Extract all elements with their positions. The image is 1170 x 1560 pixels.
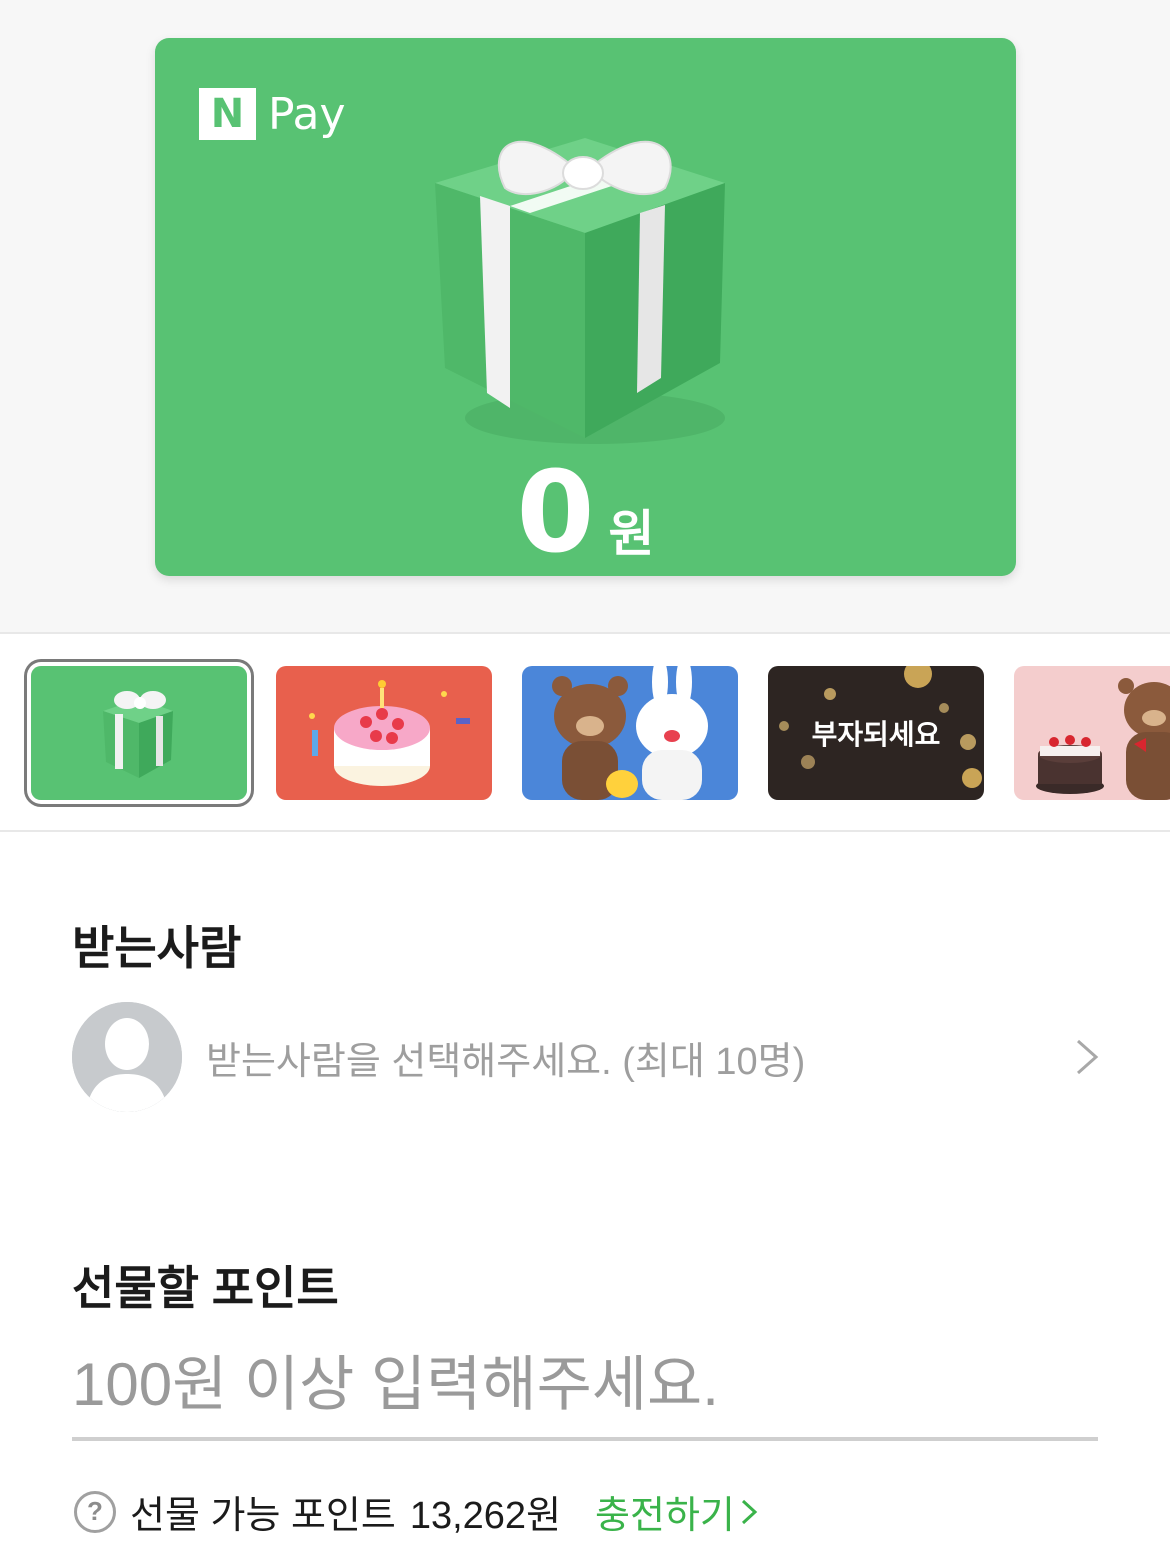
avatar	[72, 1002, 182, 1112]
available-points-label: 선물 가능 포인트	[130, 1495, 396, 1537]
gift-card: N Pay 0 원	[155, 38, 1016, 576]
available-points-row: ? 선물 가능 포인트 13,262원 충전하기	[74, 1484, 759, 1539]
help-icon[interactable]: ?	[74, 1490, 116, 1533]
get-rich-label: 부자되세요	[811, 718, 941, 751]
npay-logo-mark: N	[199, 88, 256, 140]
theme-get-rich[interactable]: 부자되세요	[768, 666, 984, 800]
chevron-right-icon	[1077, 1039, 1099, 1075]
recipient-selector[interactable]: 받는사람을 선택해주세요. (최대 10명)	[72, 1002, 1102, 1112]
available-points-value: 13,262원	[409, 1495, 562, 1537]
gift-box-image	[435, 138, 725, 444]
gift-amount-value: 0	[516, 448, 595, 576]
card-preview-area: N Pay 0 원	[0, 0, 1170, 634]
theme-bear-cake[interactable]	[1014, 666, 1170, 800]
default-avatar-icon	[72, 1002, 182, 1112]
gift-box-thumbnail-icon	[31, 666, 247, 800]
gift-amount-unit: 원	[608, 506, 655, 562]
birthday-cake-icon	[276, 666, 492, 800]
charge-link-label: 충전하기	[595, 1495, 735, 1537]
points-section-title: 선물할 포인트	[72, 1262, 339, 1314]
line-friends-icon	[522, 666, 738, 800]
charge-link[interactable]: 충전하기	[595, 1484, 759, 1539]
point-input-underline	[72, 1437, 1098, 1441]
theme-line-friends[interactable]	[522, 666, 738, 800]
point-amount-input[interactable]: 100원 이상 입력해주세요.	[72, 1336, 719, 1423]
chevron-right-icon	[741, 1499, 758, 1524]
recipient-section-title: 받는사람	[72, 922, 242, 974]
theme-birthday-cake[interactable]	[276, 666, 492, 800]
npay-logo-text: Pay	[268, 88, 346, 140]
recipient-placeholder: 받는사람을 선택해주세요. (최대 10명)	[206, 1040, 806, 1083]
bear-cake-icon	[1014, 666, 1170, 800]
theme-gift-box[interactable]	[31, 666, 247, 800]
npay-logo: N Pay	[199, 88, 346, 140]
theme-selector: 부자되세요	[0, 636, 1170, 832]
gift-amount: 0 원	[155, 448, 1016, 576]
